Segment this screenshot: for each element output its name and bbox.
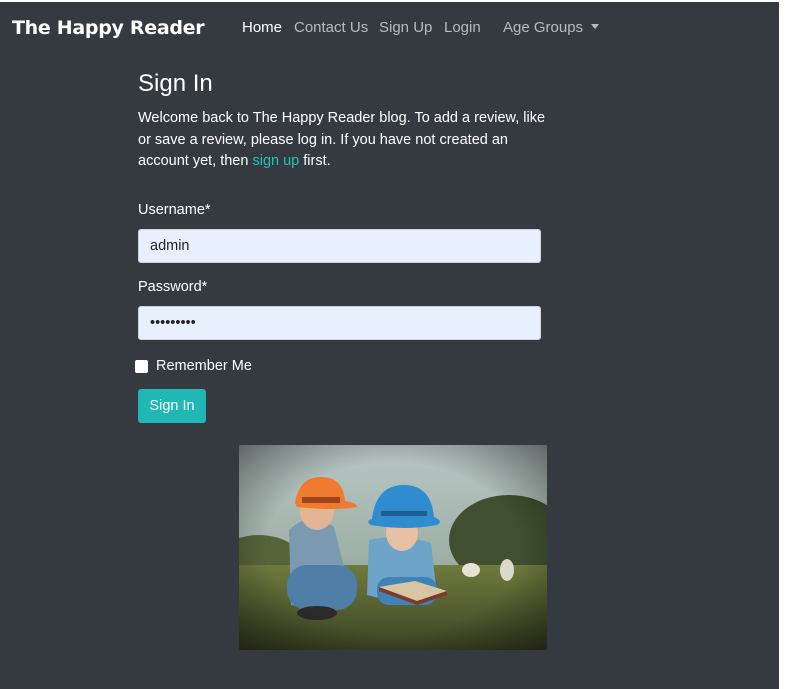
remember-me-label[interactable]: Remember Me bbox=[156, 358, 252, 374]
remember-me-row: Remember Me bbox=[135, 357, 252, 375]
page-title: Sign In bbox=[138, 70, 213, 97]
sign-up-link[interactable]: sign up bbox=[252, 153, 299, 169]
username-input[interactable] bbox=[138, 229, 541, 263]
nav-login[interactable]: Login bbox=[444, 19, 481, 36]
caret-down-icon bbox=[591, 24, 600, 29]
nav-contact-us[interactable]: Contact Us bbox=[294, 19, 368, 36]
brand-logo[interactable]: The Happy Reader bbox=[12, 17, 205, 39]
nav-sign-up[interactable]: Sign Up bbox=[379, 19, 432, 36]
nav-age-groups-label: Age Groups bbox=[503, 19, 584, 36]
intro-text-start: Welcome back to The Happy Reader blog. T… bbox=[138, 110, 546, 169]
remember-me-checkbox[interactable] bbox=[135, 359, 148, 373]
children-reading-photo bbox=[239, 445, 547, 650]
intro-text-end: first. bbox=[299, 153, 331, 169]
password-input[interactable] bbox=[138, 306, 541, 340]
intro-text: Welcome back to The Happy Reader blog. T… bbox=[138, 108, 548, 173]
nav-home[interactable]: Home bbox=[242, 19, 282, 36]
password-label: Password* bbox=[138, 279, 208, 295]
username-label: Username* bbox=[138, 202, 211, 218]
nav-age-groups-dropdown[interactable]: Age Groups bbox=[503, 19, 600, 36]
page: The Happy Reader Home Contact Us Sign Up… bbox=[0, 0, 779, 689]
sign-in-button[interactable]: Sign In bbox=[138, 389, 206, 423]
navbar: The Happy Reader Home Contact Us Sign Up… bbox=[0, 2, 779, 54]
